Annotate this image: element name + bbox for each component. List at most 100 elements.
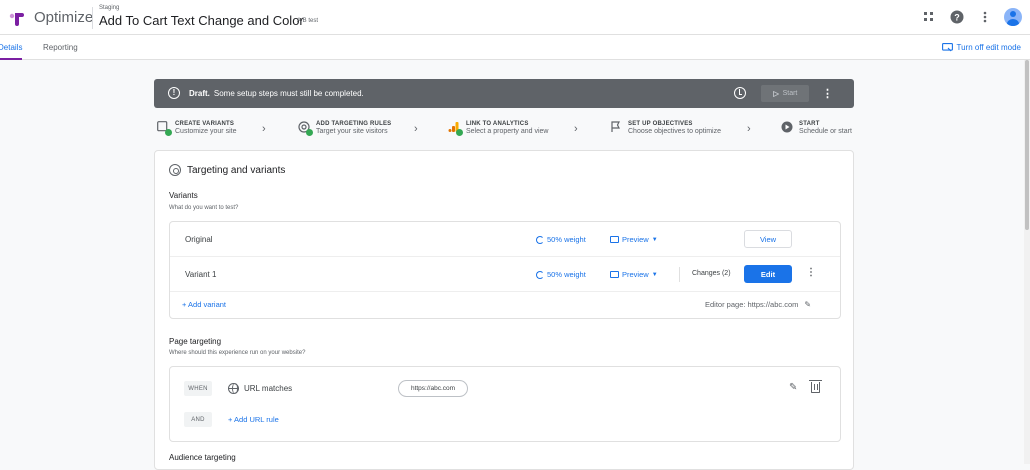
chevron-right-icon: ›: [262, 123, 266, 135]
weight-label: 50% weight: [547, 270, 586, 279]
variant-more-icon[interactable]: ⋮: [806, 267, 816, 278]
step-subtitle: Target your site visitors: [316, 128, 388, 135]
draft-status: Draft.: [189, 89, 210, 98]
experience-type-badge: A/B test: [297, 18, 319, 24]
step-title: SET UP OBJECTIVES: [628, 121, 693, 127]
variant-weight[interactable]: 50% weight: [536, 235, 586, 244]
step-title: ADD TARGETING RULES: [316, 121, 392, 127]
header-actions: ?: [920, 8, 1022, 26]
chevron-right-icon: ›: [574, 123, 578, 135]
variants-icon: [156, 121, 172, 136]
pencil-icon[interactable]: ✎: [804, 300, 811, 309]
edit-button[interactable]: Edit: [744, 265, 792, 283]
analytics-icon: [447, 121, 463, 136]
preview-icon: [610, 271, 619, 278]
changes-count[interactable]: Changes (2): [692, 270, 731, 277]
step-complete-icon: [456, 129, 463, 136]
avatar[interactable]: [1004, 8, 1022, 26]
caret-down-icon: ▼: [651, 271, 658, 278]
chevron-right-icon: ›: [747, 123, 751, 135]
url-value-pill[interactable]: https://abc.com: [398, 380, 468, 397]
step-link-to-analytics[interactable]: LINK TO ANALYTICS Select a property and …: [447, 121, 549, 136]
page-targeting-subtitle: Where should this experience run on your…: [169, 350, 306, 356]
optimize-logo[interactable]: [9, 10, 25, 26]
scrollbar-thumb[interactable]: [1025, 60, 1029, 230]
chevron-right-icon: ›: [414, 123, 418, 135]
turn-off-edit-mode-button[interactable]: Turn off edit mode: [941, 43, 1021, 52]
step-text: ADD TARGETING RULES Target your site vis…: [316, 121, 391, 135]
variant-weight[interactable]: 50% weight: [536, 270, 586, 279]
tabs-bar: Details Reporting Turn off edit mode: [0, 35, 1030, 60]
step-set-up-objectives[interactable]: SET UP OBJECTIVES Choose objectives to o…: [609, 121, 721, 135]
preview-icon: [610, 236, 619, 243]
step-create-variants[interactable]: CREATE VARIANTS Customize your site: [156, 121, 236, 136]
start-label: Start: [782, 90, 798, 97]
draft-banner: ! Draft. Some setup steps must still be c…: [154, 79, 854, 108]
targeting-and-variants-card: Targeting and variants Variants What do …: [154, 150, 854, 470]
weight-icon: [536, 235, 544, 244]
play-icon: [772, 90, 779, 97]
draft-more-icon[interactable]: ⋮: [822, 87, 833, 100]
add-url-rule-link[interactable]: + Add URL rule: [228, 415, 279, 424]
active-tab-indicator: [0, 58, 22, 60]
step-title: CREATE VARIANTS: [175, 121, 235, 127]
step-add-targeting-rules[interactable]: ADD TARGETING RULES Target your site vis…: [297, 121, 391, 136]
target-icon: [169, 164, 181, 176]
experience-title[interactable]: Add To Cart Text Change and Color: [99, 13, 304, 28]
step-title: START: [799, 121, 820, 127]
page-targeting-title: Page targeting: [169, 337, 222, 346]
when-chip: WHEN: [184, 381, 212, 396]
weight-label: 50% weight: [547, 235, 586, 244]
header-divider: [92, 7, 93, 29]
preview-dropdown[interactable]: Preview ▼: [610, 235, 658, 244]
edit-mode-icon: [941, 43, 953, 52]
variants-title: Variants: [169, 191, 198, 200]
draft-message: Draft. Some setup steps must still be com…: [189, 89, 364, 98]
step-complete-icon: [165, 129, 172, 136]
page-targeting-rules: WHEN URL matches https://abc.com ✎ AND +…: [169, 366, 841, 442]
weight-icon: [536, 270, 544, 279]
top-bar: Optimize Staging Add To Cart Text Change…: [0, 0, 1030, 35]
step-start[interactable]: START Schedule or start: [780, 121, 852, 135]
app-name: Optimize: [34, 9, 94, 26]
url-matches-label[interactable]: URL matches: [244, 384, 292, 393]
svg-text:?: ?: [954, 13, 960, 23]
delete-rule-icon[interactable]: [809, 380, 822, 393]
add-variant-link[interactable]: + Add variant: [182, 300, 226, 309]
container-label[interactable]: Staging: [99, 5, 119, 11]
info-icon: !: [168, 87, 180, 99]
more-vert-icon[interactable]: [976, 8, 994, 26]
step-complete-icon: [306, 129, 313, 136]
schedule-clock-icon[interactable]: [734, 87, 746, 99]
step-text: SET UP OBJECTIVES Choose objectives to o…: [628, 121, 721, 135]
card-title: Targeting and variants: [187, 164, 286, 176]
preview-dropdown[interactable]: Preview ▼: [610, 270, 658, 279]
step-text: CREATE VARIANTS Customize your site: [175, 121, 236, 135]
targeting-icon: [297, 121, 313, 136]
tab-reporting[interactable]: Reporting: [43, 43, 78, 52]
apps-icon[interactable]: [920, 8, 938, 26]
preview-label: Preview: [622, 270, 649, 279]
edit-mode-label: Turn off edit mode: [956, 43, 1021, 52]
variant-name: Original: [185, 235, 213, 244]
caret-down-icon: ▼: [651, 236, 658, 243]
audience-targeting-title: Audience targeting: [169, 453, 236, 462]
step-text: LINK TO ANALYTICS Select a property and …: [466, 121, 549, 135]
step-title: LINK TO ANALYTICS: [466, 121, 529, 127]
variant-row-original: Original 50% weight Preview ▼ View: [170, 222, 840, 257]
help-icon[interactable]: ?: [948, 8, 966, 26]
view-button[interactable]: View: [744, 230, 792, 248]
preview-label: Preview: [622, 235, 649, 244]
step-subtitle: Choose objectives to optimize: [628, 128, 721, 135]
variant-row-variant-1: Variant 1 50% weight Preview ▼ Changes (…: [170, 257, 840, 292]
editor-page: Editor page: https://abc.com ✎: [705, 300, 811, 309]
scrollbar[interactable]: [1024, 60, 1030, 464]
tab-details[interactable]: Details: [0, 43, 22, 52]
edit-rule-icon[interactable]: ✎: [789, 382, 797, 393]
card-header: Targeting and variants: [169, 164, 285, 176]
draft-text: Some setup steps must still be completed…: [213, 89, 364, 98]
step-subtitle: Schedule or start: [799, 128, 852, 135]
start-button[interactable]: Start: [761, 85, 809, 102]
step-subtitle: Customize your site: [175, 128, 237, 135]
step-subtitle: Select a property and view: [466, 128, 549, 135]
